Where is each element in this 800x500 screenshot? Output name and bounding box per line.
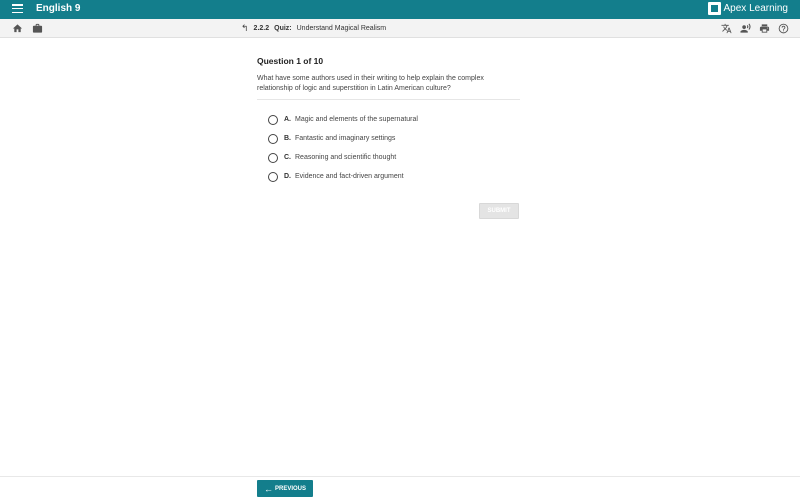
- brand-name: Apex Learning: [723, 3, 789, 14]
- question-text: What have some authors used in their wri…: [257, 75, 484, 92]
- lesson-title: Understand Magical Realism: [296, 25, 387, 32]
- lesson-type: Quiz:: [274, 25, 292, 32]
- option-letter: C.: [284, 154, 291, 161]
- option-b[interactable]: B. Fantastic and imaginary settings: [268, 129, 520, 148]
- home-icon[interactable]: [11, 22, 24, 35]
- option-letter: B.: [284, 135, 291, 142]
- print-icon[interactable]: [758, 22, 771, 35]
- radio-button[interactable]: [268, 171, 278, 182]
- option-letter: A.: [284, 116, 291, 123]
- previous-button[interactable]: ← PREVIOUS: [257, 480, 313, 497]
- submit-button[interactable]: SUBMIT: [479, 203, 519, 219]
- radio-button[interactable]: [268, 114, 278, 125]
- radio-button[interactable]: [268, 152, 278, 163]
- translate-icon[interactable]: [720, 22, 733, 35]
- question-panel: Question 1 of 10 What have some authors …: [257, 56, 520, 186]
- sub-toolbar: ↰ 2.2.2 Quiz: Understand Magical Realism: [0, 19, 800, 38]
- arrow-left-icon: ←: [263, 483, 273, 494]
- breadcrumb: ↰ 2.2.2 Quiz: Understand Magical Realism: [241, 23, 386, 34]
- option-text: Fantastic and imaginary settings: [295, 135, 396, 142]
- up-arrow-icon[interactable]: ↰: [241, 23, 249, 34]
- question-number: Question 1 of 10: [257, 56, 324, 66]
- option-text: Reasoning and scientific thought: [295, 154, 397, 161]
- previous-label: PREVIOUS: [274, 485, 306, 492]
- divider: [257, 99, 520, 100]
- menu-icon[interactable]: [12, 4, 23, 15]
- option-letter: D.: [284, 173, 291, 180]
- briefcase-icon[interactable]: [31, 22, 44, 35]
- apex-logo-icon: [707, 2, 721, 15]
- top-bar: English 9 Apex Learning: [0, 0, 800, 19]
- read-aloud-icon[interactable]: [739, 22, 752, 35]
- option-text: Magic and elements of the supernatural: [295, 116, 418, 123]
- brand-logo: Apex Learning: [707, 2, 789, 15]
- radio-button[interactable]: [268, 133, 278, 144]
- answer-options: A. Magic and elements of the supernatura…: [257, 110, 520, 186]
- footer-divider: [0, 476, 800, 477]
- option-c[interactable]: C. Reasoning and scientific thought: [268, 148, 520, 167]
- help-icon[interactable]: [777, 22, 790, 35]
- option-a[interactable]: A. Magic and elements of the supernatura…: [268, 110, 520, 129]
- course-title: English 9: [36, 3, 81, 14]
- option-d[interactable]: D. Evidence and fact-driven argument: [268, 167, 520, 186]
- option-text: Evidence and fact-driven argument: [295, 173, 404, 180]
- lesson-number: 2.2.2: [253, 25, 270, 32]
